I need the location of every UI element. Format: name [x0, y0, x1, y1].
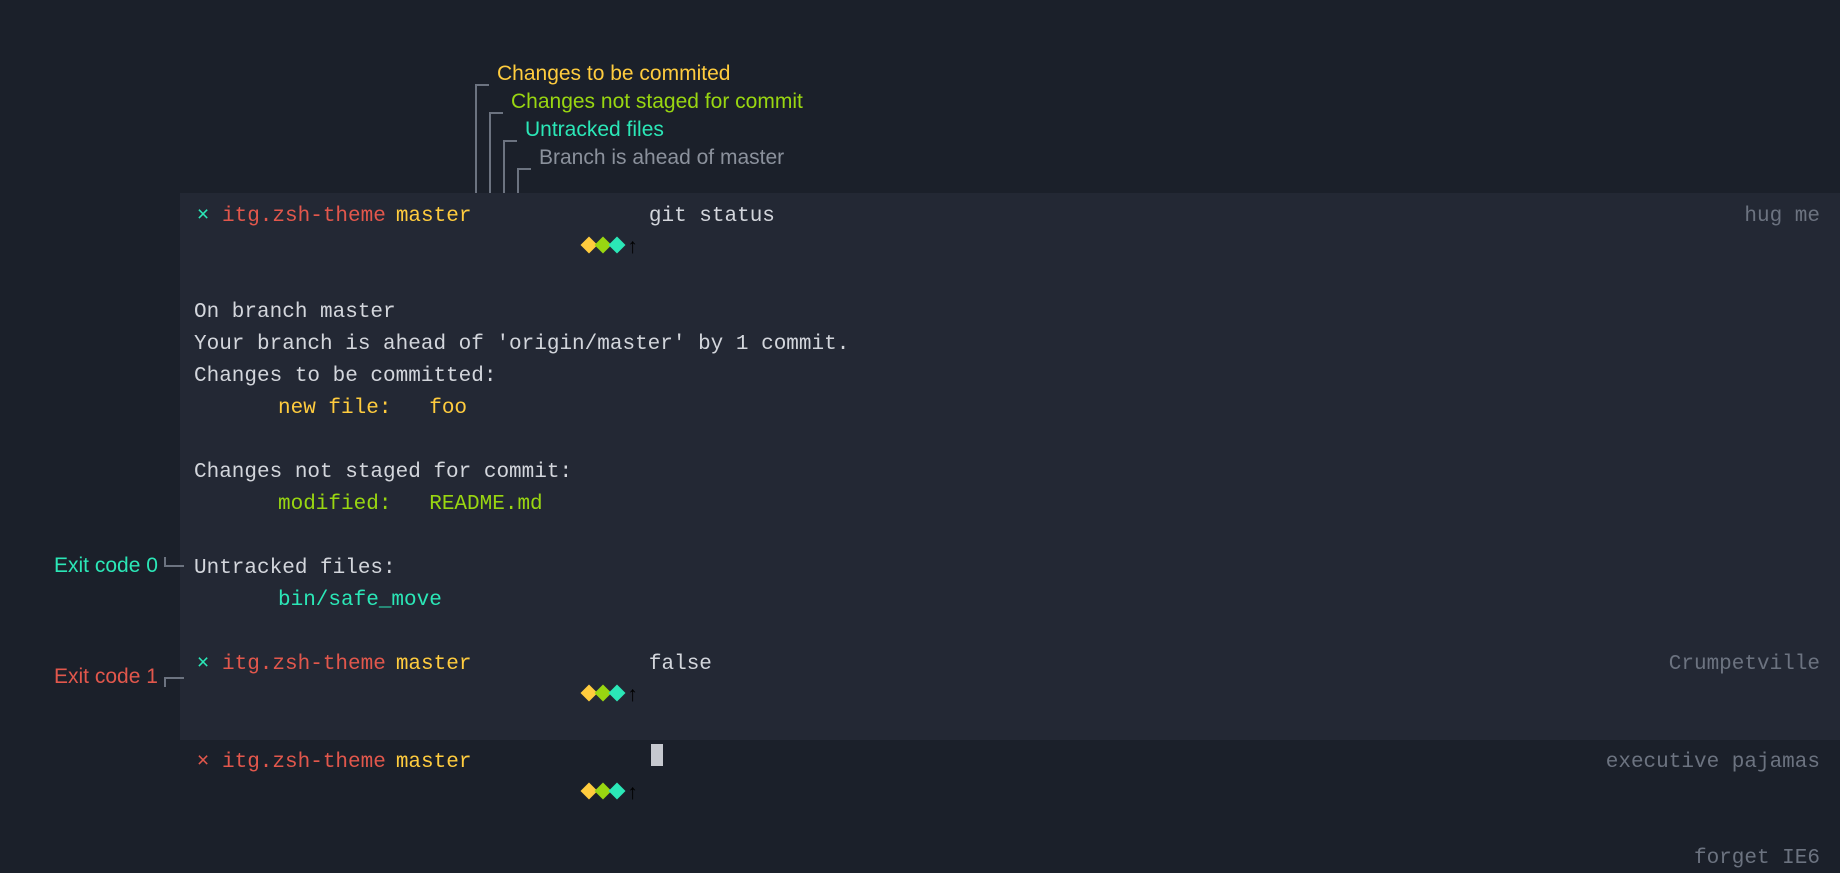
rprompt-row-4: forget IE6 — [194, 843, 1820, 873]
rprompt-2: Crumpetville — [1669, 649, 1820, 681]
legend-untracked: Untracked files — [525, 116, 664, 144]
status-ok-icon: × — [194, 649, 212, 681]
diamond-untracked-icon — [609, 237, 626, 254]
annotation-exit-code-1: Exit code 1 — [54, 665, 184, 689]
terminal-window[interactable]: × itg.zsh-theme master ↑ git status hug … — [180, 193, 1840, 740]
prompt-dir: itg.zsh-theme — [222, 649, 386, 681]
diamond-untracked-icon — [609, 685, 626, 702]
prompt-branch: master — [396, 747, 472, 779]
output-line-5: Changes not staged for commit: — [194, 457, 572, 489]
rprompt-4: forget IE6 — [1694, 843, 1820, 873]
legend-group: Changes to be commited Changes not stage… — [475, 60, 803, 172]
rprompt-1: hug me — [1744, 201, 1820, 233]
prompt-branch: master — [396, 649, 472, 681]
ahead-arrow-icon: ↑ — [626, 681, 639, 713]
status-diamonds: ↑ — [481, 201, 638, 297]
output-line-8: bin/safe_move — [194, 585, 442, 617]
output-line-7: Untracked files: — [194, 553, 396, 585]
rprompt-3: executive pajamas — [1606, 747, 1820, 779]
legend-staged: Changes to be commited — [497, 60, 730, 88]
prompt-dir: itg.zsh-theme — [222, 747, 386, 779]
command-2: false — [649, 649, 712, 681]
cursor-icon — [651, 744, 663, 766]
prompt-row-1: × itg.zsh-theme master ↑ git status hug … — [194, 201, 1820, 297]
prompt-dir: itg.zsh-theme — [222, 201, 386, 233]
diamond-untracked-icon — [609, 783, 626, 800]
output-line-1: On branch master — [194, 297, 396, 329]
output-line-6: modified: README.md — [194, 489, 543, 521]
annotation-exit-code-0: Exit code 0 — [54, 554, 184, 578]
ahead-arrow-icon: ↑ — [626, 233, 639, 265]
legend-ahead: Branch is ahead of master — [539, 144, 784, 172]
status-ok-icon: × — [194, 201, 212, 233]
status-diamonds: ↑ — [481, 747, 638, 843]
output-line-4: new file: foo — [194, 393, 467, 425]
status-fail-icon: × — [194, 747, 212, 779]
prompt-branch: master — [396, 201, 472, 233]
command-1: git status — [649, 201, 775, 233]
ahead-arrow-icon: ↑ — [626, 779, 639, 811]
status-diamonds: ↑ — [481, 649, 638, 745]
output-line-3: Changes to be committed: — [194, 361, 496, 393]
output-line-2: Your branch is ahead of 'origin/master' … — [194, 329, 849, 361]
prompt-row-2: × itg.zsh-theme master ↑ false Crumpetvi… — [194, 649, 1820, 745]
legend-unstaged: Changes not staged for commit — [511, 88, 803, 116]
prompt-row-3: × itg.zsh-theme master ↑ executive pajam… — [194, 745, 1820, 843]
